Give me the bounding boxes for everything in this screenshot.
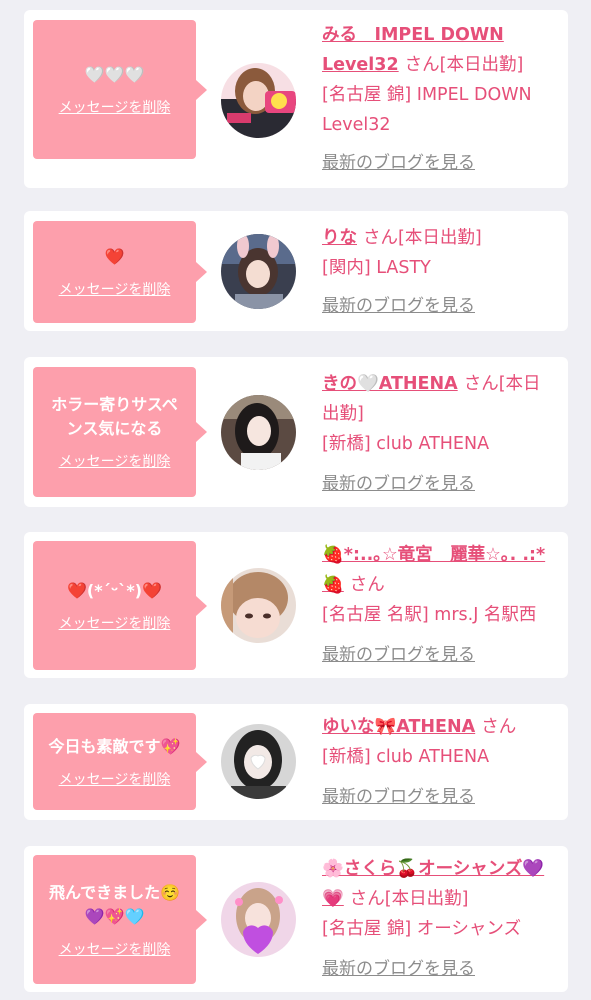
work-status: [本日出勤] — [384, 889, 469, 909]
delete-message-link[interactable]: メッセージを削除 — [59, 97, 171, 117]
avatar[interactable] — [221, 724, 296, 799]
delete-message-link[interactable]: メッセージを削除 — [59, 279, 171, 299]
delete-message-link[interactable]: メッセージを削除 — [59, 769, 171, 789]
latest-blog-link[interactable]: 最新のブログを見る — [322, 291, 558, 321]
delete-message-link[interactable]: メッセージを削除 — [59, 613, 171, 633]
latest-blog-link[interactable]: 最新のブログを見る — [322, 148, 558, 178]
sender-info: 🌸さくら🍒オーシャンズ💜💗 さん[本日出勤] [名古屋 錦] オーシャンズ 最新の… — [322, 854, 558, 984]
message-card: 🤍🤍🤍 メッセージを削除 みる IMPEL DOWN Level32 さん[本日出… — [24, 10, 568, 188]
work-status: [本日出勤] — [439, 55, 524, 75]
avatar[interactable] — [221, 63, 296, 138]
sender-info: 🍓*:..｡☆竜宮 麗華☆｡. .:*🍓 さん [名古屋 名駅] mrs.J 名駅… — [322, 540, 558, 670]
message-bubble: ホラー寄りサスペンス気になる メッセージを削除 — [33, 367, 207, 497]
message-text: 今日も素敵です💖 — [48, 736, 181, 756]
avatar[interactable] — [221, 882, 296, 957]
latest-blog-link[interactable]: 最新のブログを見る — [322, 782, 558, 812]
store-info: [名古屋 錦] IMPEL DOWN Level32 — [322, 85, 532, 135]
message-text: ❤️(*´ᵕ`*)❤️ — [66, 580, 162, 600]
honorific: さん — [481, 717, 517, 737]
sender-name-link[interactable]: ゆいな🎀ATHENA — [322, 717, 475, 737]
delete-message-link[interactable]: メッセージを削除 — [59, 451, 171, 471]
sender-info: りな さん[本日出勤] [関内] LASTY 最新のブログを見る — [322, 223, 558, 321]
message-card: ❤️ メッセージを削除 りな さん[本日出勤] [関内] LASTY 最新のブログ… — [24, 211, 568, 331]
message-card: ホラー寄りサスペンス気になる メッセージを削除 きの🤍ATHENA さん[本日出勤… — [24, 357, 568, 507]
honorific: さん — [404, 55, 440, 75]
avatar[interactable] — [221, 395, 296, 470]
honorific: さん — [363, 228, 398, 248]
message-bubble: 🤍🤍🤍 メッセージを削除 — [33, 20, 207, 159]
latest-blog-link[interactable]: 最新のブログを見る — [322, 640, 558, 670]
honorific: さん — [349, 889, 385, 909]
message-bubble: ❤️(*´ᵕ`*)❤️ メッセージを削除 — [33, 541, 207, 670]
store-info: [新橋] club ATHENA — [322, 747, 490, 767]
message-text: 飛んできました☺️💜💖🩵 — [48, 882, 181, 926]
delete-message-link[interactable]: メッセージを削除 — [59, 939, 171, 959]
sender-info: みる IMPEL DOWN Level32 さん[本日出勤] [名古屋 錦] IM… — [322, 20, 558, 178]
sender-name-link[interactable]: きの🤍ATHENA — [322, 374, 458, 394]
latest-blog-link[interactable]: 最新のブログを見る — [322, 469, 558, 499]
sender-info: きの🤍ATHENA さん[本日出勤] [新橋] club ATHENA 最新のブロ… — [322, 369, 558, 499]
honorific: さん — [349, 575, 385, 595]
message-bubble: 今日も素敵です💖 メッセージを削除 — [33, 713, 207, 810]
latest-blog-link[interactable]: 最新のブログを見る — [322, 954, 558, 984]
work-status: [本日出勤] — [398, 228, 482, 248]
store-info: [関内] LASTY — [322, 258, 431, 278]
store-info: [名古屋 錦] オーシャンズ — [322, 919, 522, 939]
message-text: ホラー寄りサスペンス気になる — [51, 395, 178, 438]
honorific: さん — [463, 374, 499, 394]
sender-name-link[interactable]: りな — [322, 228, 357, 248]
message-card: ❤️(*´ᵕ`*)❤️ メッセージを削除 🍓*:..｡☆竜宮 麗華☆｡. .:*… — [24, 532, 568, 678]
message-card: 今日も素敵です💖 メッセージを削除 ゆいな🎀ATHENA さん [新橋] club… — [24, 704, 568, 820]
store-info: [名古屋 名駅] mrs.J 名駅西 — [322, 605, 537, 625]
message-bubble: ❤️ メッセージを削除 — [33, 221, 207, 323]
avatar[interactable] — [221, 568, 296, 643]
message-text: ❤️ — [104, 247, 125, 266]
message-text: 🤍🤍🤍 — [84, 64, 145, 84]
avatar[interactable] — [221, 234, 296, 309]
message-bubble: 飛んできました☺️💜💖🩵 メッセージを削除 — [33, 855, 207, 984]
sender-info: ゆいな🎀ATHENA さん [新橋] club ATHENA 最新のブログを見る — [322, 712, 558, 812]
message-card: 飛んできました☺️💜💖🩵 メッセージを削除 🌸さくら🍒オーシャンズ💜💗 さん[本日… — [24, 846, 568, 992]
store-info: [新橋] club ATHENA — [322, 434, 490, 454]
